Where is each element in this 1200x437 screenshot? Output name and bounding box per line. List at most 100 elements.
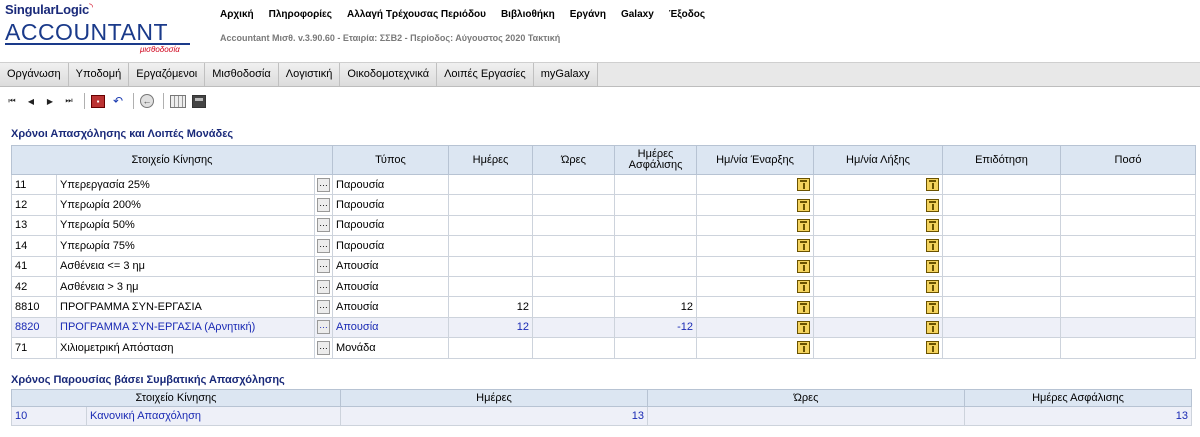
row-insurance-days[interactable] — [614, 255, 697, 277]
row-allowance[interactable] — [942, 296, 1061, 318]
undo-icon[interactable]: ↶ — [111, 94, 125, 108]
row-amount[interactable] — [1060, 214, 1196, 237]
nav-tab-payroll[interactable]: Μισθοδοσία — [205, 63, 279, 86]
row-insurance-days[interactable] — [614, 214, 697, 237]
row-insurance-days[interactable]: 13 — [964, 406, 1192, 426]
table-row[interactable]: 13 Υπερωρία 50% … Παρουσία — [11, 214, 1196, 237]
table-row[interactable]: 10 Κανονική Απασχόληση 13 13 — [11, 406, 1192, 426]
calendar-icon[interactable] — [797, 300, 810, 314]
row-days[interactable]: 12 — [448, 316, 533, 339]
calendar-icon[interactable] — [797, 239, 810, 253]
row-days[interactable] — [448, 173, 533, 196]
row-hours[interactable] — [532, 194, 615, 216]
calendar-icon[interactable] — [797, 280, 810, 294]
row-amount[interactable] — [1060, 296, 1196, 318]
lookup-button[interactable]: … — [317, 238, 330, 253]
calendar-icon[interactable] — [797, 341, 810, 355]
row-days[interactable]: 13 — [340, 406, 648, 426]
row-hours[interactable] — [532, 337, 615, 359]
row-amount[interactable] — [1060, 337, 1196, 359]
calendar-icon[interactable] — [926, 341, 939, 355]
row-hours[interactable] — [532, 255, 615, 277]
row-allowance[interactable] — [942, 275, 1061, 298]
table-row[interactable]: 41 Ασθένεια <= 3 ημ … Απουσία — [11, 255, 1196, 277]
row-days[interactable]: 12 — [448, 296, 533, 318]
table-row[interactable]: 8810 ΠΡΟΓΡΑΜΜΑ ΣΥΝ-ΕΡΓΑΣΙΑ … Απουσία 12 … — [11, 296, 1196, 318]
row-days[interactable] — [448, 214, 533, 237]
row-hours[interactable] — [532, 214, 615, 237]
row-hours[interactable] — [532, 275, 615, 298]
nav-tab-infrastructure[interactable]: Υποδομή — [68, 63, 130, 86]
row-allowance[interactable] — [942, 316, 1061, 339]
nav-tab-accounting[interactable]: Λογιστική — [278, 63, 341, 86]
save-icon[interactable]: ▪ — [91, 94, 105, 108]
row-days[interactable] — [448, 337, 533, 359]
row-insurance-days[interactable] — [614, 275, 697, 298]
row-hours[interactable] — [532, 235, 615, 257]
row-days[interactable] — [448, 275, 533, 298]
calendar-icon[interactable] — [797, 218, 810, 232]
menu-ergani[interactable]: Εργάνη — [570, 9, 606, 20]
table-row-selected[interactable]: 8820 ΠΡΟΓΡΑΜΜΑ ΣΥΝ-ΕΡΓΑΣΙΑ (Αρνητική) … … — [11, 316, 1196, 339]
menu-galaxy[interactable]: Galaxy — [621, 9, 654, 20]
calculator-icon[interactable] — [192, 94, 206, 108]
calendar-icon[interactable] — [926, 198, 939, 212]
calendar-icon[interactable] — [797, 259, 810, 273]
calendar-icon[interactable] — [926, 178, 939, 192]
row-hours[interactable] — [647, 406, 965, 426]
menu-info[interactable]: Πληροφορίες — [269, 9, 332, 20]
calendar-icon[interactable] — [926, 280, 939, 294]
row-amount[interactable] — [1060, 255, 1196, 277]
previous-record-icon[interactable]: ◀ — [24, 94, 38, 108]
calendar-icon[interactable] — [797, 320, 810, 334]
back-icon[interactable]: ← — [140, 94, 154, 108]
first-record-icon[interactable]: ⏮ — [5, 94, 19, 108]
row-insurance-days[interactable]: -12 — [614, 316, 697, 339]
grid-icon[interactable] — [170, 94, 186, 108]
row-hours[interactable] — [532, 173, 615, 196]
table-row[interactable]: 12 Υπερωρία 200% … Παρουσία — [11, 194, 1196, 216]
nav-tab-employees[interactable]: Εργαζόμενοι — [129, 63, 206, 86]
row-allowance[interactable] — [942, 214, 1061, 237]
row-amount[interactable] — [1060, 275, 1196, 298]
calendar-icon[interactable] — [926, 300, 939, 314]
row-insurance-days[interactable] — [614, 235, 697, 257]
row-amount[interactable] — [1060, 316, 1196, 339]
calendar-icon[interactable] — [797, 198, 810, 212]
row-hours[interactable] — [532, 296, 615, 318]
row-allowance[interactable] — [942, 255, 1061, 277]
nav-tab-other-tasks[interactable]: Λοιπές Εργασίες — [437, 63, 534, 86]
row-insurance-days[interactable] — [614, 337, 697, 359]
row-amount[interactable] — [1060, 235, 1196, 257]
lookup-button[interactable]: … — [317, 300, 330, 315]
lookup-button[interactable]: … — [317, 259, 330, 274]
lookup-button[interactable]: … — [317, 198, 330, 213]
calendar-icon[interactable] — [926, 259, 939, 273]
menu-change-period[interactable]: Αλλαγή Τρέχουσας Περιόδου — [347, 9, 486, 20]
calendar-icon[interactable] — [926, 239, 939, 253]
table-row[interactable]: 14 Υπερωρία 75% … Παρουσία — [11, 235, 1196, 257]
last-record-icon[interactable]: ⏭ — [62, 94, 76, 108]
nav-tab-organization[interactable]: Οργάνωση — [0, 63, 69, 86]
table-row[interactable]: 11 Υπερεργασία 25% … Παρουσία — [11, 173, 1196, 196]
table-row[interactable]: 42 Ασθένεια > 3 ημ … Απουσία — [11, 275, 1196, 298]
row-days[interactable] — [448, 255, 533, 277]
row-insurance-days[interactable] — [614, 194, 697, 216]
row-allowance[interactable] — [942, 235, 1061, 257]
lookup-button[interactable]: … — [317, 320, 330, 335]
calendar-icon[interactable] — [926, 218, 939, 232]
menu-home[interactable]: Αρχική — [220, 9, 254, 20]
menu-exit[interactable]: Έξοδος — [669, 9, 705, 20]
calendar-icon[interactable] — [797, 178, 810, 192]
nav-tab-mygalaxy[interactable]: myGalaxy — [533, 63, 598, 86]
row-insurance-days[interactable]: 12 — [614, 296, 697, 318]
row-days[interactable] — [448, 235, 533, 257]
calendar-icon[interactable] — [926, 320, 939, 334]
menu-library[interactable]: Βιβλιοθήκη — [501, 9, 555, 20]
row-amount[interactable] — [1060, 194, 1196, 216]
lookup-button[interactable]: … — [317, 177, 330, 192]
row-amount[interactable] — [1060, 173, 1196, 196]
lookup-button[interactable]: … — [317, 279, 330, 294]
nav-tab-construction[interactable]: Οικοδομοτεχνικά — [340, 63, 438, 86]
lookup-button[interactable]: … — [317, 218, 330, 233]
